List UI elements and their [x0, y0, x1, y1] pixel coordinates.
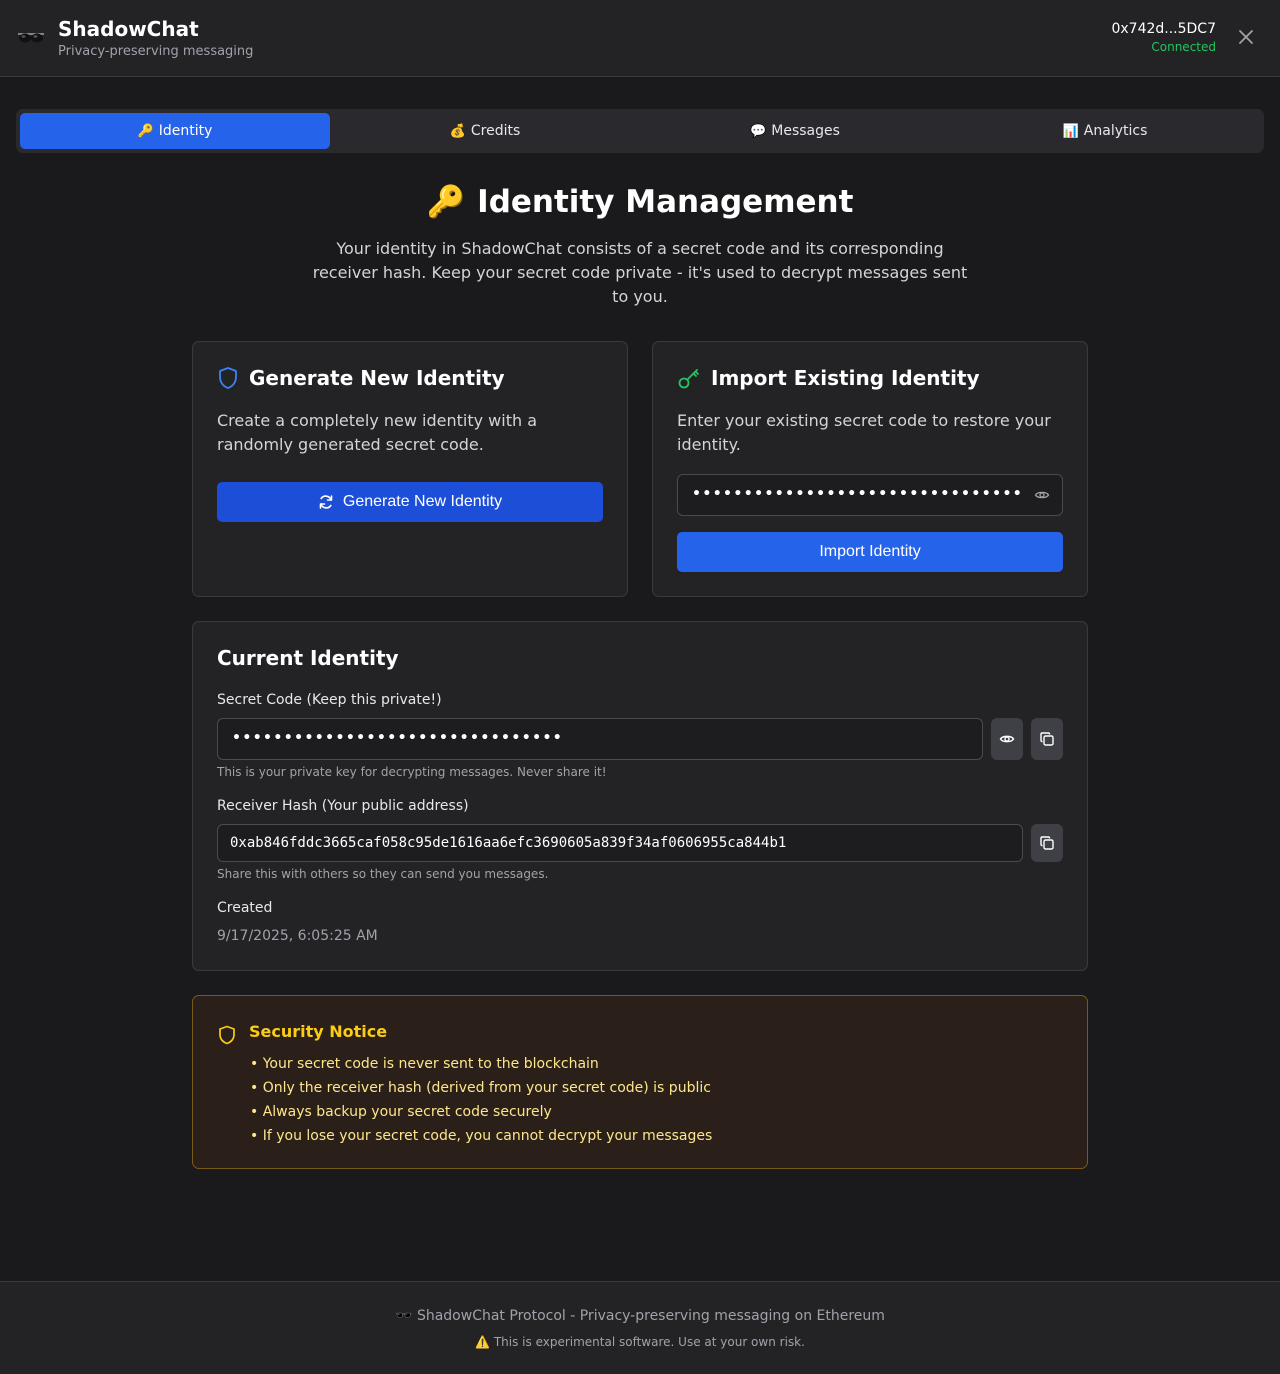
list-item: • Your secret code is never sent to the …: [250, 1056, 599, 1072]
shield-icon: [219, 1025, 235, 1045]
tab-label: Analytics: [1083, 123, 1148, 139]
main-tabs: 🔑 Identity 💰 Credits 💬 Messages 📊 Analyt…: [16, 109, 1264, 153]
import-identity-card: Import Existing Identity Enter your exis…: [652, 341, 1088, 597]
page-title: 🔑 Identity Management: [0, 183, 1280, 221]
receiver-hash-field[interactable]: 0xab846fddc3665caf058c95de1616aa6efc3690…: [217, 824, 1023, 862]
key-icon: 🔑: [137, 123, 154, 139]
bar-chart-icon: 📊: [1062, 123, 1079, 139]
list-item: • Only the receiver hash (derived from y…: [250, 1080, 711, 1096]
copy-secret-button[interactable]: [1031, 718, 1063, 760]
app-header: ShadowChat Privacy-preserving messaging …: [0, 0, 1280, 77]
import-identity-button[interactable]: Import Identity: [677, 532, 1063, 572]
eye-icon: [999, 735, 1015, 743]
security-notice-title: Security Notice: [249, 1022, 388, 1041]
card-description: Enter your existing secret code to resto…: [677, 411, 1051, 454]
key-icon: 🔑: [426, 184, 466, 220]
copy-icon: [1040, 836, 1054, 850]
tab-identity[interactable]: 🔑 Identity: [20, 113, 330, 149]
copy-hash-button[interactable]: [1031, 824, 1063, 862]
eye-icon[interactable]: [1034, 487, 1050, 503]
tab-messages[interactable]: 💬 Messages: [640, 113, 950, 149]
page-description: Your identity in ShadowChat consists of …: [312, 239, 968, 306]
sunglasses-icon: [18, 33, 44, 43]
tab-analytics[interactable]: 📊 Analytics: [950, 113, 1260, 149]
tab-label: Credits: [470, 123, 521, 139]
generate-identity-card: Generate New Identity Create a completel…: [192, 341, 628, 597]
receiver-hash-value: 0xab846fddc3665caf058c95de1616aa6efc3690…: [230, 835, 787, 851]
toggle-visibility-button[interactable]: [991, 718, 1023, 760]
copy-icon: [1040, 732, 1054, 746]
secret-code-masked-value: ••••••••••••••••••••••••••••••••: [692, 486, 1024, 503]
secret-code-input[interactable]: ••••••••••••••••••••••••••••••••: [677, 474, 1063, 516]
card-description: Create a completely new identity with a …: [217, 411, 537, 454]
tab-label: Identity: [158, 123, 213, 139]
page-footer: 🕶️ ShadowChat Protocol - Privacy-preserv…: [0, 1281, 1280, 1374]
app-subtitle: Privacy-preserving messaging: [58, 44, 254, 59]
security-notice: Security Notice • Your secret code is ne…: [192, 995, 1088, 1169]
wallet-status: Connected: [1151, 40, 1216, 54]
key-icon: [678, 369, 699, 389]
secret-code-help: This is your private key for decrypting …: [217, 765, 607, 779]
secret-code-field[interactable]: ••••••••••••••••••••••••••••••••: [217, 718, 983, 760]
list-item: • Always backup your secret code securel…: [250, 1104, 552, 1120]
created-value: 9/17/2025, 6:05:25 AM: [217, 928, 378, 944]
wallet-address[interactable]: 0x742d...5DC7: [1111, 21, 1216, 37]
card-title-text: Import Existing Identity: [711, 366, 980, 390]
receiver-hash-help: Share this with others so they can send …: [217, 867, 549, 881]
close-icon[interactable]: [1236, 27, 1256, 47]
button-label: Generate New Identity: [342, 493, 503, 510]
card-title: Import Existing Identity: [677, 366, 980, 390]
created-label: Created: [217, 900, 273, 916]
app-title: ShadowChat: [58, 17, 199, 41]
card-title-text: Generate New Identity: [249, 366, 505, 390]
tab-label: Messages: [771, 123, 840, 139]
money-bag-icon: 💰: [449, 123, 466, 139]
wallet-info: 0x742d...5DC7 Connected: [1111, 21, 1216, 54]
speech-bubble-icon: 💬: [750, 123, 767, 139]
page-title-text: Identity Management: [477, 183, 854, 220]
button-label: Import Identity: [819, 543, 921, 560]
refresh-icon: [319, 495, 333, 509]
list-item: • If you lose your secret code, you cann…: [250, 1128, 713, 1144]
shield-icon: [219, 367, 237, 389]
security-notice-list: • Your secret code is never sent to the …: [250, 1052, 712, 1148]
footer-tagline: 🕶️ ShadowChat Protocol - Privacy-preserv…: [395, 1308, 885, 1324]
secret-code-label: Secret Code (Keep this private!): [217, 692, 442, 708]
secret-code-masked-value: ••••••••••••••••••••••••••••••••: [232, 730, 564, 747]
receiver-hash-label: Receiver Hash (Your public address): [217, 798, 469, 814]
card-title: Generate New Identity: [217, 366, 505, 390]
generate-identity-button[interactable]: Generate New Identity: [217, 482, 603, 522]
card-title: Current Identity: [217, 646, 399, 670]
footer-disclaimer: ⚠️ This is experimental software. Use at…: [475, 1335, 805, 1349]
current-identity-card: Current Identity Secret Code (Keep this …: [192, 621, 1088, 971]
tab-credits[interactable]: 💰 Credits: [330, 113, 640, 149]
